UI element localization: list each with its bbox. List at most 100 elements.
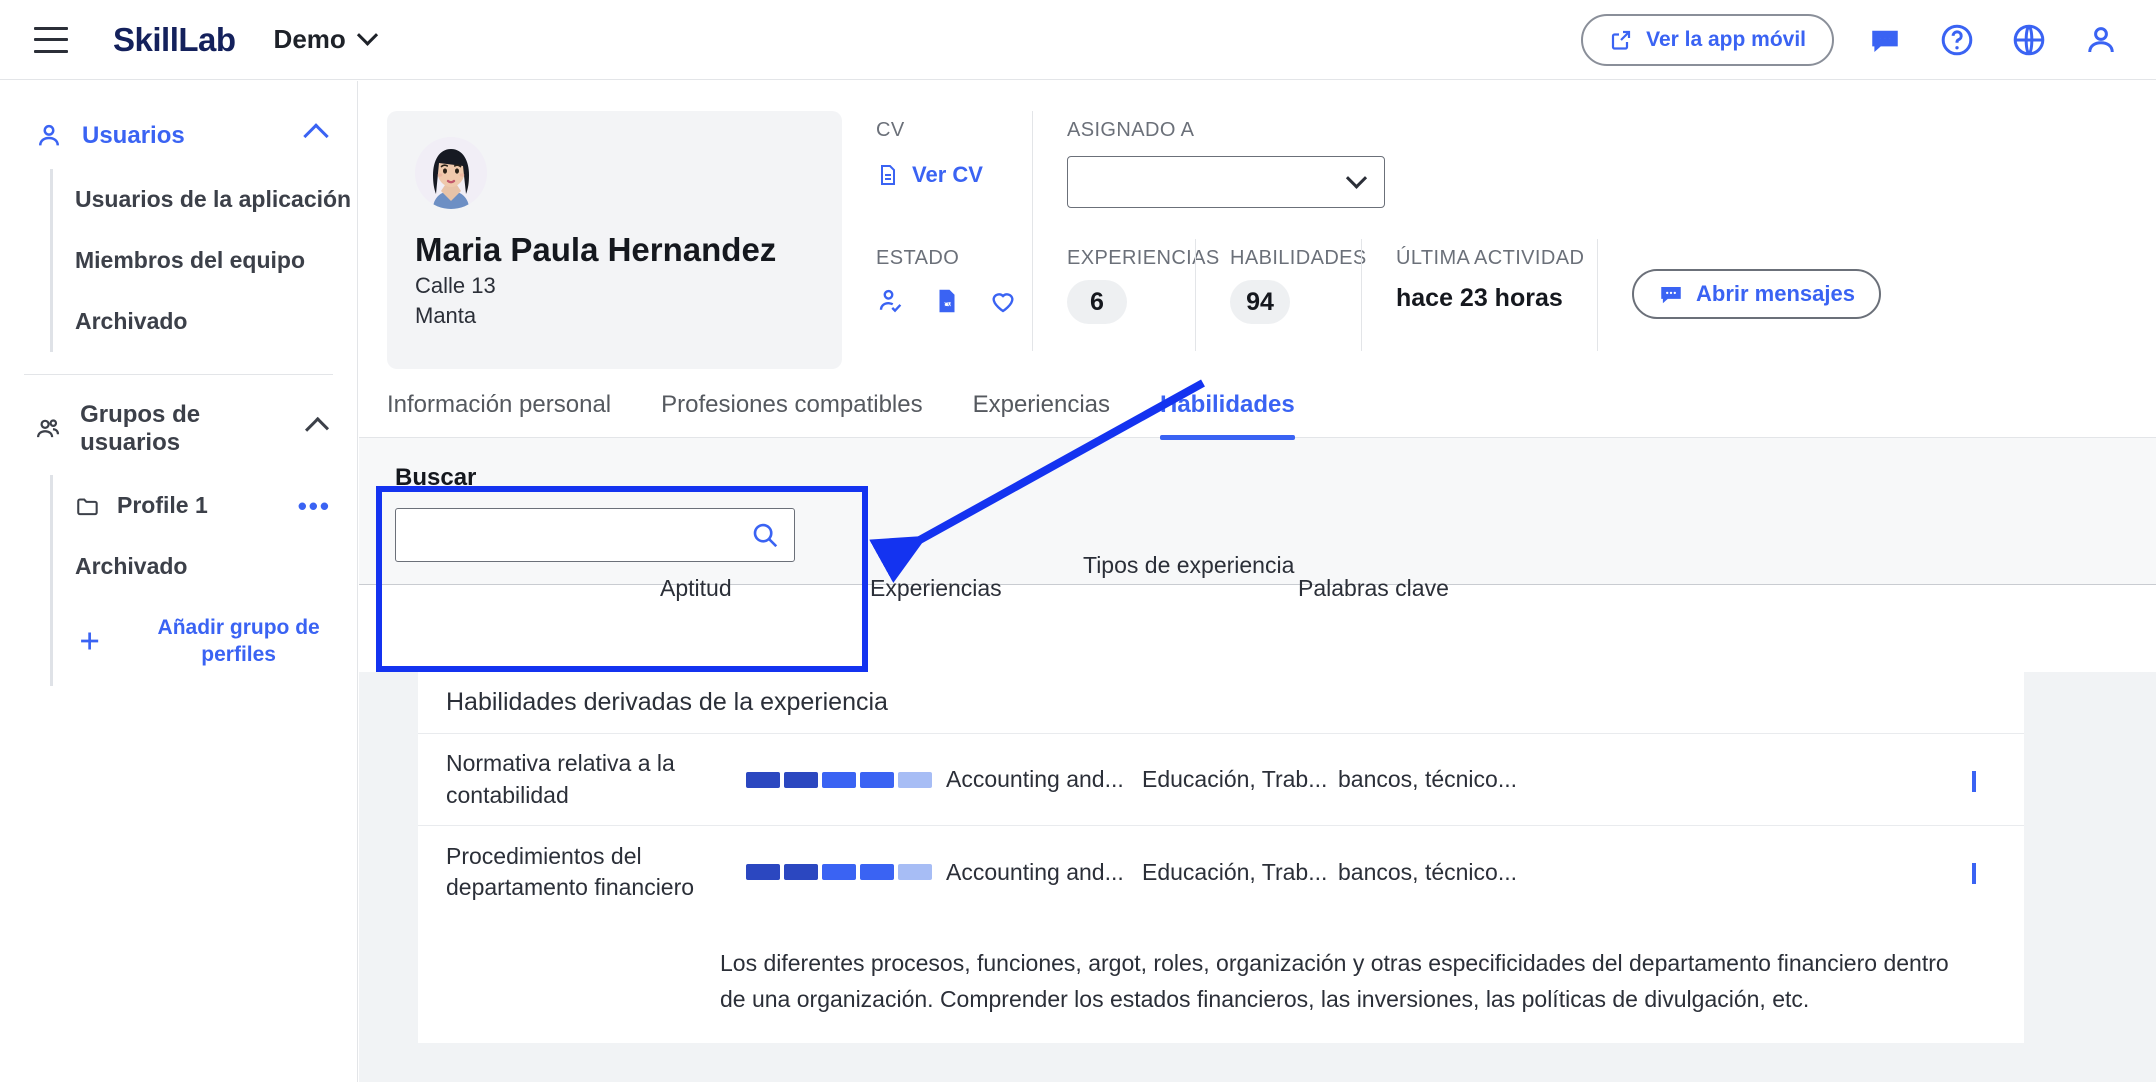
globe-icon[interactable] — [2008, 19, 2050, 61]
sidebar-item-archivado-usuarios[interactable]: Archivado — [53, 291, 357, 352]
chevron-down-icon — [1972, 770, 1976, 792]
assigned-select[interactable] — [1067, 156, 1385, 208]
sidebar-section-label: Usuarios — [82, 122, 185, 149]
table-row[interactable]: Procedimientos del departamento financie… — [418, 826, 2024, 918]
open-messages-button[interactable]: Abrir mensajes — [1632, 269, 1881, 319]
account-icon[interactable] — [2080, 19, 2122, 61]
tab-profesiones-compatibles[interactable]: Profesiones compatibles — [661, 391, 922, 437]
help-icon[interactable] — [1936, 19, 1978, 61]
avatar — [415, 137, 487, 209]
sidebar: Usuarios Usuarios de la aplicación Miemb… — [0, 81, 358, 1082]
cell-tipos: Educación, Trab... — [1142, 766, 1328, 792]
profile-card: Maria Paula Hernandez Calle 13 Manta — [387, 111, 842, 369]
tab-informacion-personal[interactable]: Información personal — [387, 391, 611, 437]
profile-info-row-top: CV Ver CV ASIGNADO A — [842, 111, 2156, 239]
view-cv-link[interactable]: Ver CV — [876, 162, 1032, 188]
chevron-up-icon — [303, 123, 329, 149]
skills-table: Habilidades derivadas de la experiencia … — [418, 672, 2024, 1044]
sidebar-item-label: Usuarios de la aplicación — [75, 186, 352, 212]
profile-name: Maria Paula Hernandez — [415, 231, 777, 268]
sidebar-section-usuarios[interactable]: Usuarios — [0, 109, 357, 163]
cv-cell: CV Ver CV — [842, 111, 1032, 239]
chevron-down-icon — [356, 24, 378, 46]
table-column-headers: Aptitud Experiencias Tipos de experienci… — [660, 552, 2000, 602]
cell-level-bars — [746, 771, 946, 788]
cell-level-bars — [746, 864, 946, 880]
sidebar-item-label: Archivado — [75, 308, 188, 334]
assigned-label: ASIGNADO A — [1067, 119, 1195, 141]
estado-label: ESTADO — [876, 247, 960, 269]
chat-icon — [1661, 286, 1681, 304]
sidebar-section-grupos[interactable]: Grupos de usuarios — [0, 389, 357, 469]
woman-avatar-icon — [415, 137, 487, 209]
column-header-tipos-experiencia: Tipos de experiencia — [1083, 552, 1295, 578]
cell-experiencias: Accounting and... — [946, 766, 1124, 792]
cv-document-icon[interactable]: CV — [932, 286, 962, 316]
cell-aptitud: Normativa relativa a la contabilidad — [446, 750, 675, 808]
sidebar-divider — [24, 374, 333, 375]
actividad-label: ÚLTIMA ACTIVIDAD — [1396, 247, 1585, 269]
messages-cell: Abrir mensajes — [1598, 239, 1881, 351]
estado-cell: ESTADO CV — [842, 239, 1032, 351]
document-icon — [881, 165, 895, 185]
search-box[interactable] — [395, 508, 795, 562]
mobile-app-button[interactable]: Ver la app móvil — [1581, 13, 1834, 66]
profile-address: Calle 13 — [415, 273, 496, 298]
heart-icon[interactable] — [988, 286, 1018, 316]
row-description: Los diferentes procesos, funciones, argo… — [720, 950, 1949, 1012]
users-group-icon — [36, 419, 60, 438]
cell-tipos: Educación, Trab... — [1142, 858, 1328, 885]
workspace-label: Demo — [273, 24, 346, 54]
sidebar-item-usuarios-aplicacion[interactable]: Usuarios de la aplicación — [53, 169, 357, 230]
row-collapse-toggle[interactable] — [1972, 863, 1976, 884]
plus-icon — [81, 632, 99, 650]
hamburger-icon[interactable] — [34, 26, 68, 53]
sidebar-item-label: Archivado — [75, 553, 188, 579]
workspace-selector[interactable]: Demo — [273, 24, 378, 55]
open-messages-label: Abrir mensajes — [1696, 281, 1855, 306]
sidebar-item-profile-1[interactable]: Profile 1 ••• — [53, 475, 357, 536]
top-bar-actions: Ver la app móvil — [1581, 13, 2122, 66]
svg-text:CV: CV — [944, 302, 952, 308]
external-link-icon — [1611, 30, 1631, 50]
top-bar: SkillLab Demo Ver la app móvil — [0, 0, 2156, 80]
column-header-aptitud: Aptitud — [660, 575, 732, 601]
sidebar-item-archivado-grupos[interactable]: Archivado — [53, 536, 357, 597]
row-expand-toggle[interactable] — [1972, 770, 1976, 792]
chevron-up-icon — [304, 416, 330, 442]
tab-experiencias[interactable]: Experiencias — [973, 391, 1110, 437]
table-row[interactable]: Normativa relativa a la contabilidad Acc… — [418, 734, 2024, 826]
cv-label: CV — [876, 119, 905, 141]
table-group-row: Habilidades derivadas de la experiencia — [418, 672, 2024, 734]
chevron-up-icon — [1972, 863, 1976, 884]
sidebar-section-label: Grupos de usuarios — [80, 401, 201, 456]
tab-habilidades[interactable]: Habilidades — [1160, 391, 1295, 440]
person-check-icon[interactable] — [876, 286, 906, 316]
profile-city: Manta — [415, 303, 477, 328]
more-options-icon[interactable]: ••• — [298, 493, 331, 519]
profile-tabs: Información personal Profesiones compati… — [359, 391, 2156, 440]
chat-icon[interactable] — [1864, 19, 1906, 61]
view-cv-label: Ver CV — [912, 162, 983, 187]
habilidades-label: HABILIDADES — [1230, 247, 1367, 269]
column-header-experiencias: Experiencias — [870, 575, 1002, 601]
experiencias-label: EXPERIENCIAS — [1067, 247, 1220, 269]
habilidades-cell: HABILIDADES 94 — [1196, 239, 1367, 351]
experiencias-count: 6 — [1067, 280, 1127, 324]
user-icon — [39, 124, 59, 146]
habilidades-count: 94 — [1230, 280, 1290, 324]
sidebar-subgroup-usuarios: Usuarios de la aplicación Miembros del e… — [50, 169, 357, 352]
brand-logo[interactable]: SkillLab — [113, 21, 236, 59]
add-profile-group-button[interactable]: Añadir grupo de perfiles — [53, 597, 357, 686]
cell-aptitud: Procedimientos del departamento financie… — [446, 842, 695, 900]
sidebar-item-label: Miembros del equipo — [75, 247, 306, 273]
actividad-value: hace 23 horas — [1396, 284, 1563, 312]
sidebar-item-miembros-equipo[interactable]: Miembros del equipo — [53, 230, 357, 291]
search-input[interactable] — [410, 523, 750, 547]
cell-palabras-clave: bancos, técnico... — [1338, 858, 1517, 885]
search-label: Buscar — [395, 464, 477, 491]
cell-palabras-clave: bancos, técnico... — [1338, 766, 1517, 792]
sidebar-subgroup-grupos: Profile 1 ••• Archivado Añadir grupo de … — [50, 475, 357, 686]
experiencias-cell: EXPERIENCIAS 6 — [1033, 239, 1220, 351]
search-icon[interactable] — [750, 520, 780, 550]
